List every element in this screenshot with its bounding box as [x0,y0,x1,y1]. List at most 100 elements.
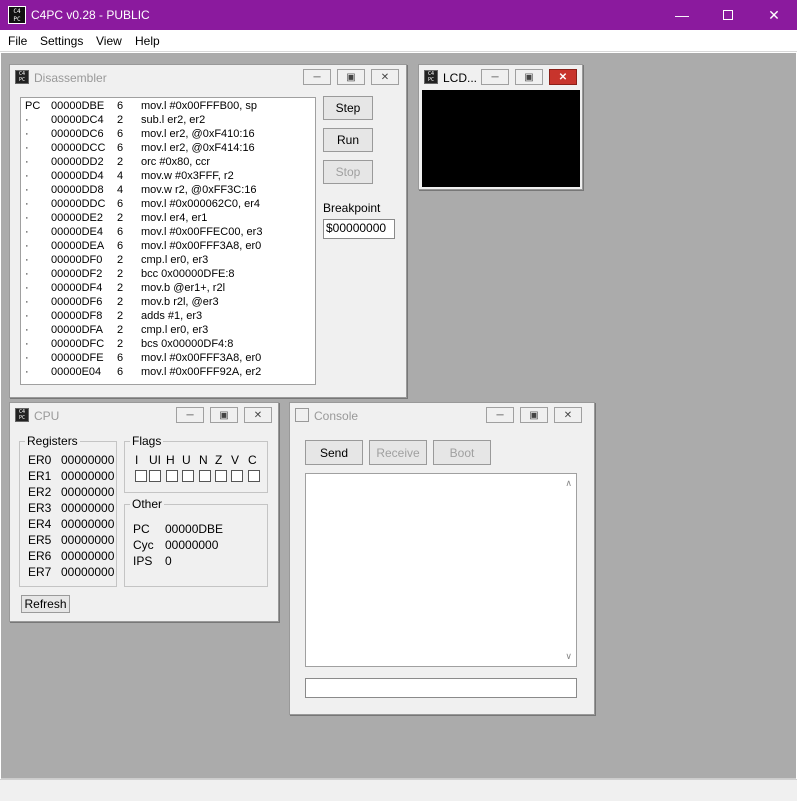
disasm-row[interactable]: · 00000DDC 6 mov.l #0x000062C0, er4 [21,198,315,212]
disassembler-minimize-button[interactable]: ─ [303,69,331,85]
disasm-row[interactable]: · 00000DCC 6 mov.l er2, @0xF414:16 [21,142,315,156]
disasm-marker: · [25,142,29,154]
disasm-instruction: mov.l #0x000062C0, er4 [141,198,261,210]
flag-checkbox[interactable] [199,470,211,482]
flag-checkbox[interactable] [215,470,227,482]
send-button[interactable]: Send [305,440,363,465]
disasm-length: 6 [117,100,124,112]
breakpoint-label: Breakpoint [323,201,381,215]
disasm-marker: · [25,128,29,140]
flag-checkbox[interactable] [231,470,243,482]
disasm-row[interactable]: · 00000DC4 2 sub.l er2, er2 [21,114,315,128]
minimize-icon: ─ [186,409,194,421]
register-value: 00000000 [61,469,115,483]
minimize-button[interactable]: — [659,0,705,30]
flag-label: U [182,453,191,467]
disasm-address: 00000DE4 [51,226,103,238]
disasm-instruction: cmp.l er0, er3 [141,254,209,266]
disasm-instruction: mov.b r2l, @er3 [141,296,219,308]
disasm-instruction: bcs 0x00000DF4:8 [141,338,234,350]
disasm-length: 6 [117,198,124,210]
disasm-row[interactable]: · 00000DFE 6 mov.l #0x00FFF3A8, er0 [21,352,315,366]
scroll-up-icon[interactable]: ∧ [565,478,572,489]
flag-checkbox[interactable] [248,470,260,482]
menu-help[interactable]: Help [135,34,160,48]
disasm-address: 00000DFE [51,352,104,364]
console-minimize-button[interactable]: ─ [486,407,514,423]
disasm-instruction: mov.l #0x00FFF92A, er2 [141,366,262,378]
flag-checkbox[interactable] [166,470,178,482]
disasm-marker: · [25,240,29,252]
disassembler-close-button[interactable]: ✕ [371,69,399,85]
console-close-button[interactable]: ✕ [554,407,582,423]
console-restore-button[interactable]: ▣ [520,407,548,423]
disassembler-restore-button[interactable]: ▣ [337,69,365,85]
console-titlebar[interactable]: Console ─ ▣ ✕ [290,403,594,429]
disasm-marker: · [25,282,29,294]
disasm-length: 2 [117,156,124,168]
app-icon[interactable]: C4 PC [8,6,26,24]
status-bar [0,779,797,801]
cpu-titlebar[interactable]: C4 PC CPU ─ ▣ ✕ [10,403,278,429]
close-button[interactable]: ✕ [751,0,797,30]
lcd-title: LCD... [443,71,478,85]
boot-button[interactable]: Boot [433,440,491,465]
cpu-window: C4 PC CPU ─ ▣ ✕ Registers ER0 00000000 ER1 0… [9,402,279,622]
receive-button[interactable]: Receive [369,440,427,465]
disasm-row[interactable]: · 00000DD4 4 mov.w #0x3FFF, r2 [21,170,315,184]
menu-file[interactable]: File [8,34,27,48]
cpu-minimize-button[interactable]: ─ [176,407,204,423]
cpu-close-button[interactable]: ✕ [244,407,272,423]
disasm-row[interactable]: · 00000DFC 2 bcs 0x00000DF4:8 [21,338,315,352]
c4pc-icon: C4 PC [15,70,29,84]
disasm-row[interactable]: · 00000DE2 2 mov.l er4, er1 [21,212,315,226]
disasm-row[interactable]: · 00000DF4 2 mov.b @er1+, r2l [21,282,315,296]
disasm-row[interactable]: · 00000DF2 2 bcc 0x00000DFE:8 [21,268,315,282]
disasm-instruction: mov.b @er1+, r2l [141,282,226,294]
disasm-row[interactable]: · 00000DF6 2 mov.b r2l, @er3 [21,296,315,310]
disasm-row[interactable]: · 00000DE4 6 mov.l #0x00FFEC00, er3 [21,226,315,240]
refresh-button[interactable]: Refresh [21,595,70,613]
disasm-marker: · [25,352,29,364]
cpu-restore-button[interactable]: ▣ [210,407,238,423]
disasm-row[interactable]: PC 00000DBE 6 mov.l #0x00FFFB00, sp [21,100,315,114]
run-button[interactable]: Run [323,128,373,152]
menu-view[interactable]: View [96,34,122,48]
lcd-restore-button[interactable]: ▣ [515,69,543,85]
flag-checkbox[interactable] [149,470,161,482]
other-name: IPS [133,554,153,568]
maximize-icon [723,10,733,20]
lcd-titlebar[interactable]: C4 PC LCD... ─ ▣ ✕ [419,65,582,91]
step-button[interactable]: Step [323,96,373,120]
disasm-row[interactable]: · 00000DD2 2 orc #0x80, ccr [21,156,315,170]
disasm-row[interactable]: · 00000E04 6 mov.l #0x00FFF92A, er2 [21,366,315,380]
disasm-row[interactable]: · 00000DF8 2 adds #1, er3 [21,310,315,324]
console-output[interactable]: ∧ ∨ [305,473,577,667]
minimize-icon: ─ [496,409,504,421]
lcd-minimize-button[interactable]: ─ [481,69,509,85]
disassembler-titlebar[interactable]: C4 PC Disassembler ─ ▣ ✕ [10,65,406,91]
restore-icon: ▣ [346,71,356,83]
register-name: ER4 [28,517,52,531]
lcd-close-button[interactable]: ✕ [549,69,577,85]
flag-checkbox[interactable] [135,470,147,482]
maximize-button[interactable] [705,0,751,30]
disasm-row[interactable]: · 00000DFA 2 cmp.l er0, er3 [21,324,315,338]
disasm-marker: · [25,226,29,238]
disasm-row[interactable]: · 00000DD8 4 mov.w r2, @0xFF3C:16 [21,184,315,198]
disasm-row[interactable]: · 00000DC6 6 mov.l er2, @0xF410:16 [21,128,315,142]
console-input[interactable] [305,678,577,698]
flag-label: N [199,453,208,467]
disasm-marker: · [25,324,29,336]
disasm-row[interactable]: · 00000DEA 6 mov.l #0x00FFF3A8, er0 [21,240,315,254]
stop-button[interactable]: Stop [323,160,373,184]
disassembly-listing[interactable]: PC 00000DBE 6 mov.l #0x00FFFB00, sp · 00000DC… [20,97,316,385]
other-value: 0 [165,554,172,568]
flag-checkbox[interactable] [182,470,194,482]
scroll-down-icon[interactable]: ∨ [565,651,572,662]
menu-settings[interactable]: Settings [40,34,83,48]
flag-label: C [248,453,257,467]
register-name: ER5 [28,533,52,547]
disasm-row[interactable]: · 00000DF0 2 cmp.l er0, er3 [21,254,315,268]
breakpoint-input[interactable]: $00000000 [323,219,395,239]
